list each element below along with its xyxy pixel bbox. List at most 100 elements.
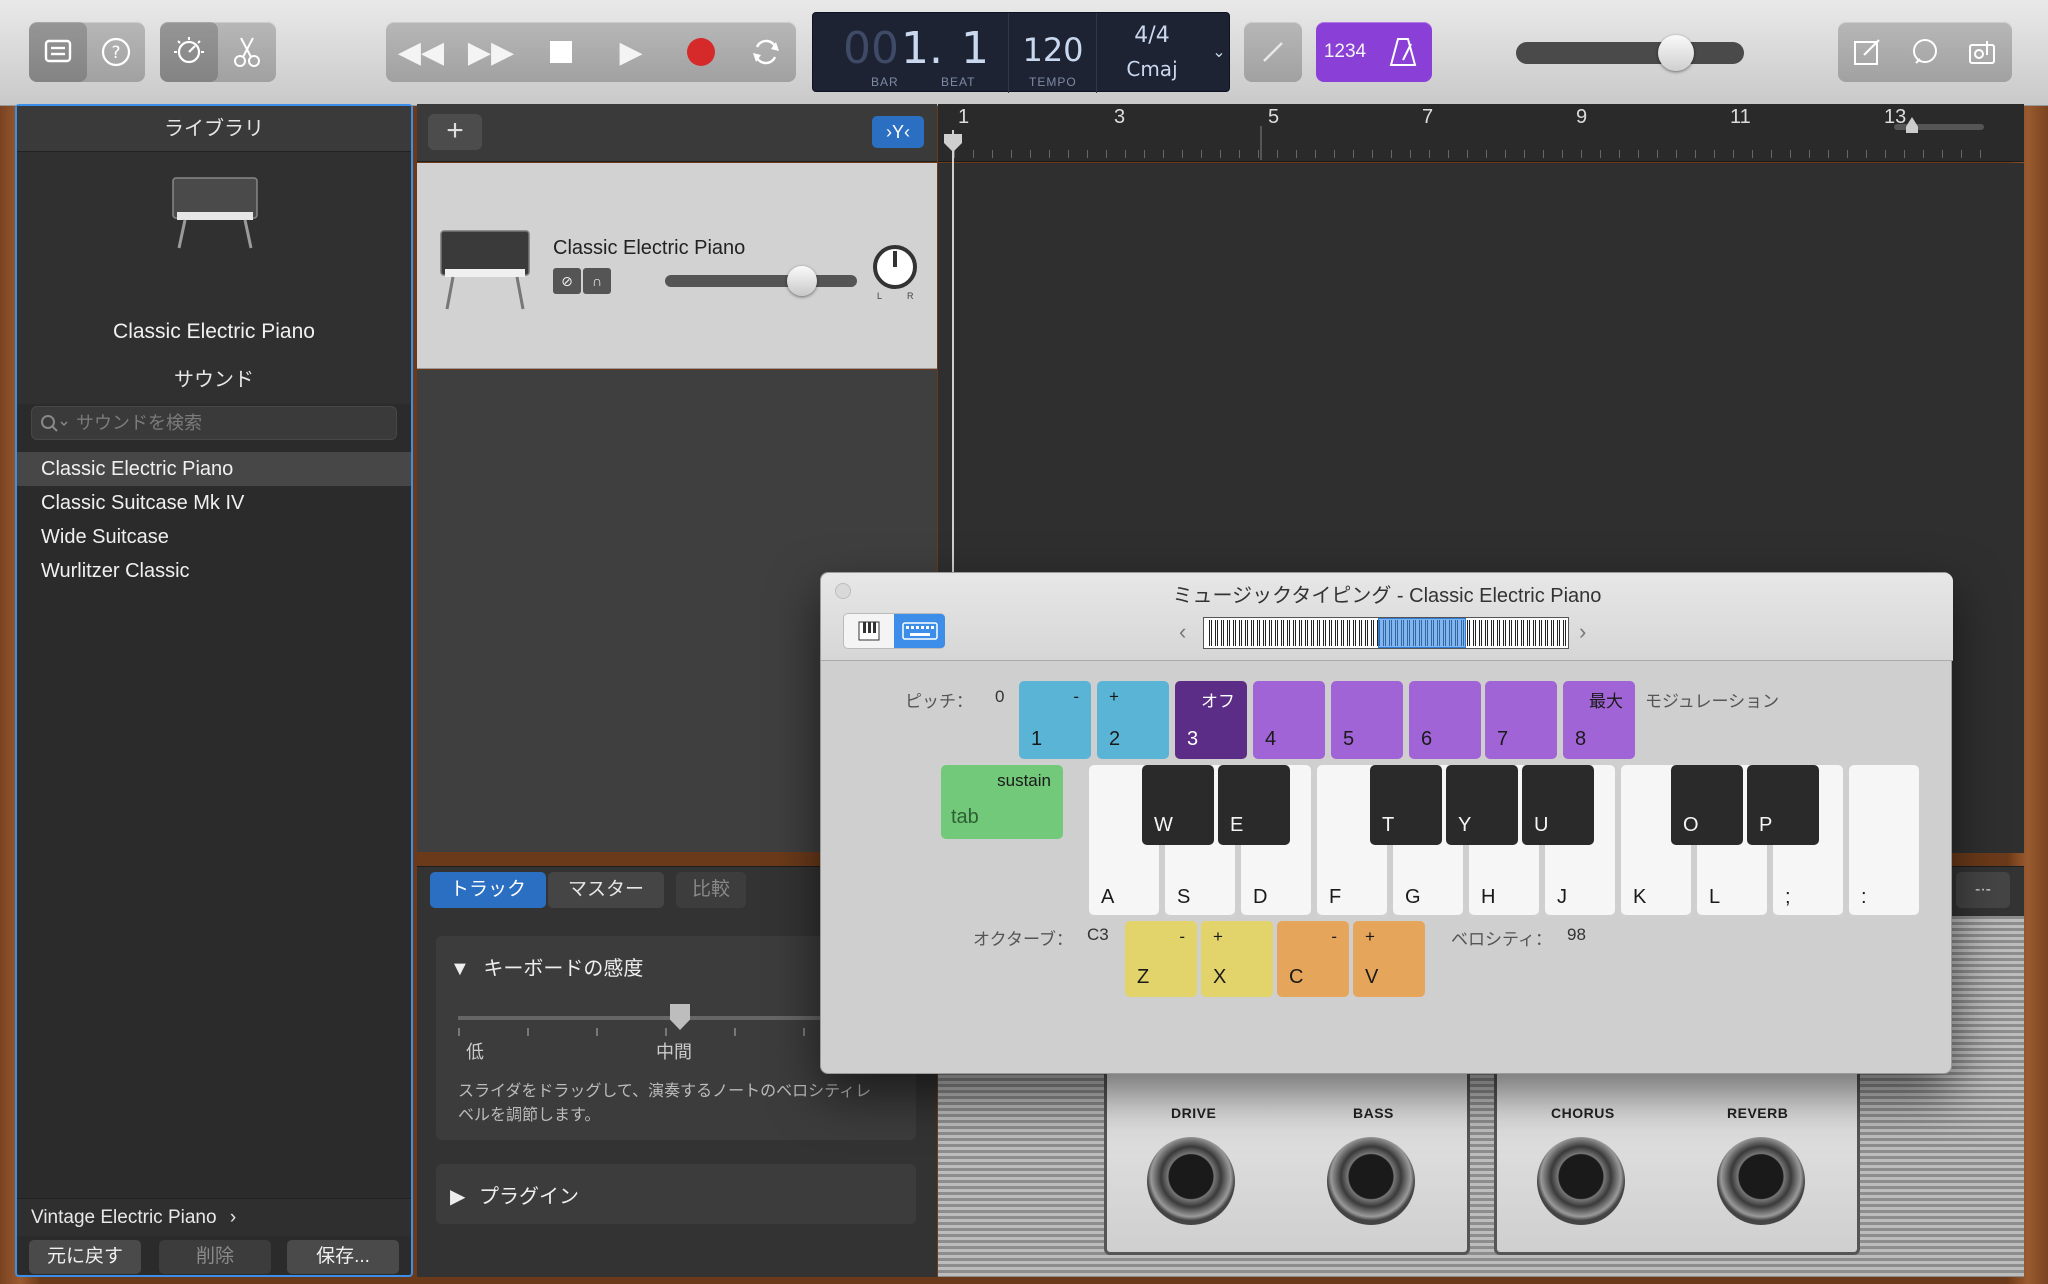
- typing-view-button[interactable]: [894, 614, 945, 648]
- play-button[interactable]: ▶: [596, 22, 666, 82]
- track-zoom-slider[interactable]: [1894, 117, 1984, 133]
- solo-button[interactable]: ∩: [583, 268, 611, 294]
- add-track-button[interactable]: +: [428, 114, 482, 150]
- patch-category-link[interactable]: Vintage Electric Piano ›: [17, 1198, 411, 1236]
- white-key[interactable]: :: [1849, 765, 1919, 917]
- octave-up-key[interactable]: + X: [1201, 921, 1273, 997]
- piano-view-button[interactable]: [844, 614, 894, 648]
- playhead[interactable]: [952, 130, 954, 590]
- black-key[interactable]: O: [1671, 765, 1743, 845]
- help-icon: ?: [101, 37, 131, 67]
- sensitivity-slider[interactable]: [458, 1004, 878, 1030]
- modulation-off-key[interactable]: オフ 3: [1175, 681, 1247, 759]
- plugins-header[interactable]: ▶ プラグイン: [450, 1180, 579, 1209]
- music-typing-title: ミュージックタイピング - Classic Electric Piano: [1172, 585, 1602, 607]
- tuner-button[interactable]: [1244, 22, 1302, 82]
- cycle-icon: [753, 39, 779, 65]
- sound-header: サウンド: [17, 356, 411, 404]
- count-in-button[interactable]: 1234: [1316, 22, 1374, 82]
- black-key[interactable]: P: [1747, 765, 1819, 845]
- modulation-key[interactable]: 5: [1331, 681, 1403, 759]
- range-highlight[interactable]: [1378, 618, 1466, 648]
- library-button[interactable]: [29, 22, 87, 82]
- black-key[interactable]: U: [1522, 765, 1594, 845]
- sound-item[interactable]: Classic Electric Piano: [17, 452, 411, 486]
- automation-button[interactable]: ›Y‹: [872, 116, 924, 148]
- black-key[interactable]: T: [1370, 765, 1442, 845]
- library-panel: ライブラリ Classic Electric Piano サウンド サウンドを検…: [15, 104, 413, 1277]
- slider-mid-label: 中間: [656, 1042, 692, 1062]
- rewind-button[interactable]: ◀◀: [386, 22, 456, 82]
- track-row[interactable]: Classic Electric Piano ⊘ ∩ L R: [417, 163, 937, 369]
- media-browser-button[interactable]: [1954, 22, 2012, 82]
- lcd-beat: 1: [961, 23, 989, 74]
- timeline-ruler[interactable]: 1 3 5 7 9 11 13: [938, 104, 2024, 162]
- sensitivity-slider-handle[interactable]: [670, 1004, 690, 1030]
- track-volume-slider[interactable]: [665, 266, 857, 296]
- sound-item[interactable]: Classic Suitcase Mk IV: [17, 486, 411, 520]
- range-left-arrow-icon[interactable]: ‹: [1179, 619, 1186, 645]
- octave-down-key[interactable]: -Z: [1125, 921, 1197, 997]
- pitch-up-key[interactable]: +2: [1097, 681, 1169, 759]
- help-button[interactable]: ?: [87, 22, 145, 82]
- record-button[interactable]: [666, 22, 736, 82]
- modulation-key[interactable]: 6: [1409, 681, 1481, 759]
- mute-button[interactable]: ⊘: [553, 268, 581, 294]
- reverb-knob[interactable]: [1717, 1137, 1805, 1225]
- patch-category-label: Vintage Electric Piano: [31, 1207, 217, 1228]
- keyboard-sensitivity-header[interactable]: ▼ キーボードの感度: [450, 952, 643, 981]
- time-signature: 4/4: [1134, 23, 1170, 48]
- bass-knob[interactable]: [1327, 1137, 1415, 1225]
- lcd-display[interactable]: 00 1. 1 BAR BEAT 120 TEMPO 4/4 Cmaj: [812, 12, 1230, 93]
- music-typing-titlebar: ミュージックタイピング - Classic Electric Piano ‹ ›: [821, 573, 1953, 661]
- pan-knob[interactable]: [873, 245, 917, 289]
- view-button-group: ?: [29, 22, 145, 82]
- sound-search-input[interactable]: サウンドを検索: [31, 406, 397, 440]
- master-volume-slider[interactable]: [1516, 35, 1744, 71]
- black-key[interactable]: W: [1142, 765, 1214, 845]
- modulation-max-key[interactable]: 最大 8: [1563, 681, 1635, 759]
- tab-track[interactable]: トラック: [430, 872, 546, 908]
- tab-master[interactable]: マスター: [548, 872, 664, 908]
- drive-knob[interactable]: [1147, 1137, 1235, 1225]
- tab-compare[interactable]: 比較: [676, 872, 746, 908]
- black-key[interactable]: Y: [1446, 765, 1518, 845]
- pitch-down-key[interactable]: -1: [1019, 681, 1091, 759]
- modulation-key[interactable]: 4: [1253, 681, 1325, 759]
- metronome-button[interactable]: [1374, 22, 1432, 82]
- range-right-arrow-icon[interactable]: ›: [1579, 619, 1586, 645]
- chorus-knob[interactable]: [1537, 1137, 1625, 1225]
- track-zoom-handle[interactable]: [1906, 117, 1918, 133]
- stop-button[interactable]: [526, 22, 596, 82]
- modulation-key[interactable]: 7: [1485, 681, 1557, 759]
- notepad-button[interactable]: [1838, 22, 1896, 82]
- lcd-beat-label: BEAT: [941, 75, 976, 89]
- save-button[interactable]: 保存...: [287, 1240, 399, 1274]
- plugins-section[interactable]: ▶ プラグイン: [436, 1164, 916, 1224]
- rewind-icon: ◀◀: [397, 35, 445, 69]
- master-volume-knob[interactable]: [1658, 35, 1694, 71]
- sustain-key[interactable]: sustain tab: [941, 765, 1063, 839]
- keyboard-icon: [901, 622, 938, 640]
- knob-label-bass: BASS: [1353, 1105, 1394, 1121]
- loop-browser-button[interactable]: [1896, 22, 1954, 82]
- track-volume-knob[interactable]: [787, 266, 817, 296]
- keyboard-range-selector[interactable]: [1203, 617, 1569, 649]
- velocity-up-key[interactable]: + V: [1353, 921, 1425, 997]
- svg-text:?: ?: [111, 43, 120, 63]
- eq-button[interactable]: -·-: [1956, 872, 2010, 908]
- smart-controls-button[interactable]: [160, 22, 218, 82]
- sound-item[interactable]: Wide Suitcase: [17, 520, 411, 554]
- delete-button[interactable]: 削除: [159, 1240, 271, 1274]
- plus-icon: +: [446, 114, 464, 147]
- tempo-label: TEMPO: [1029, 75, 1077, 89]
- velocity-value: 98: [1567, 925, 1586, 944]
- lcd-menu-button[interactable]: ⌄: [1208, 12, 1230, 92]
- velocity-down-key[interactable]: -C: [1277, 921, 1349, 997]
- fast-forward-button[interactable]: ▶▶: [456, 22, 526, 82]
- sound-item[interactable]: Wurlitzer Classic: [17, 554, 411, 588]
- editors-button[interactable]: [218, 22, 276, 82]
- revert-button[interactable]: 元に戻す: [29, 1240, 141, 1274]
- black-key[interactable]: E: [1218, 765, 1290, 845]
- cycle-button[interactable]: [736, 22, 796, 82]
